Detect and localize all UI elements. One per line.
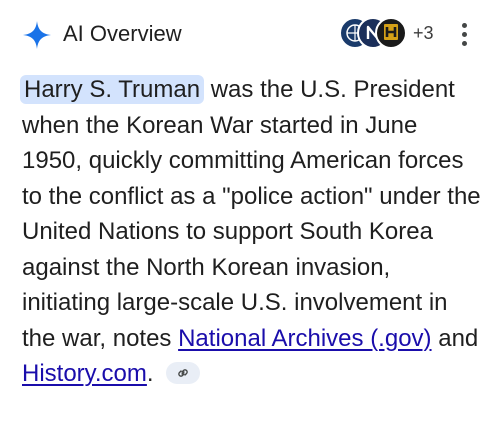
history-channel-icon[interactable] [375, 17, 407, 49]
national-archives-link[interactable]: National Archives (.gov) [178, 325, 431, 352]
answer-text-3: . [146, 360, 154, 387]
link-icon[interactable] [165, 361, 200, 384]
ai-overview-header: AI Overview +3 [0, 0, 500, 66]
answer-text-1: was the U.S. President when the Korean W… [22, 76, 481, 352]
ai-overview-answer: Harry S. Truman was the U.S. President w… [20, 72, 484, 392]
ai-overview-title: AI Overview [63, 21, 182, 46]
sources-extra-count[interactable]: +3 [413, 21, 434, 45]
answer-text-2: and [431, 324, 479, 352]
sparkle-icon [23, 21, 51, 49]
highlighted-subject: Harry S. Truman [20, 75, 205, 104]
more-vert-icon[interactable] [452, 20, 476, 48]
history-link[interactable]: History.com [22, 360, 147, 387]
